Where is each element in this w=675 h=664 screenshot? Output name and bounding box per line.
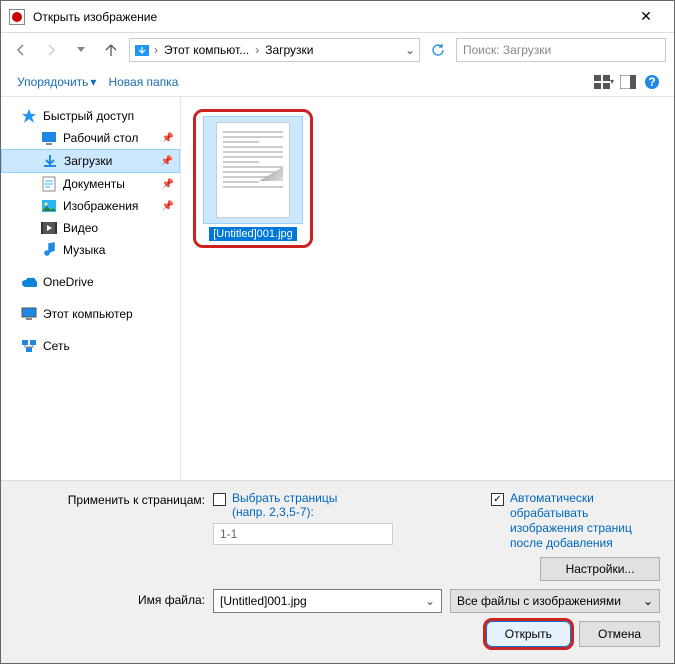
downloads-icon [42,153,58,169]
open-file-dialog: Открыть изображение ✕ › Этот компьют... … [0,0,675,664]
pin-icon: 📌 [161,156,173,167]
sidebar-documents[interactable]: Документы📌 [1,173,180,195]
bottom-panel: Применить к страницам: Выбрать страницы … [1,480,674,663]
file-label: [Untitled]001.jpg [209,227,297,241]
chevron-down-icon: ⌄ [643,594,653,608]
pages-hint: (напр. 2,3,5-7): [232,505,337,519]
select-pages-label[interactable]: Выбрать страницы [232,491,337,505]
search-input[interactable]: Поиск: Загрузки [456,38,666,62]
pin-icon: 📌 [162,201,174,212]
star-icon [21,108,37,124]
filetype-filter[interactable]: Все файлы с изображениями⌄ [450,589,660,613]
file-item[interactable]: [Untitled]001.jpg [193,109,313,248]
breadcrumb[interactable]: › Этот компьют... › Загрузки ⌄ [129,38,420,62]
cloud-icon [21,274,37,290]
chevron-down-icon: ▾ [90,75,96,89]
sidebar-onedrive[interactable]: OneDrive [1,271,180,293]
toolbar: Упорядочить ▾ Новая папка ▾ ? [1,67,674,97]
network-icon [21,338,37,354]
pin-icon: 📌 [162,179,174,190]
back-button[interactable] [9,38,33,62]
breadcrumb-folder[interactable]: Загрузки [263,43,315,57]
downloads-folder-icon [134,42,150,58]
chevron-down-icon[interactable]: ⌄ [425,594,435,608]
dialog-body: Быстрый доступ Рабочий стол📌 Загрузки📌 Д… [1,97,674,480]
filename-label: Имя файла: [15,589,205,607]
sidebar-desktop[interactable]: Рабочий стол📌 [1,127,180,149]
app-icon [9,9,25,25]
settings-button[interactable]: Настройки... [540,557,660,581]
sidebar-videos[interactable]: Видео [1,217,180,239]
file-thumbnail [203,116,303,224]
up-button[interactable] [99,38,123,62]
auto-process-checkbox[interactable] [491,493,504,506]
recent-dropdown[interactable] [69,38,93,62]
svg-text:?: ? [648,75,655,89]
videos-icon [41,220,57,236]
pages-label: Применить к страницам: [15,491,205,507]
refresh-button[interactable] [426,38,450,62]
breadcrumb-root[interactable]: Этот компьют... [162,43,251,57]
select-pages-checkbox[interactable] [213,493,226,506]
chevron-down-icon[interactable]: ⌄ [405,43,415,57]
auto-process-label[interactable]: Автоматически обрабатывать изображения с… [510,491,660,551]
file-list[interactable]: [Untitled]001.jpg [181,97,674,480]
sidebar-network[interactable]: Сеть [1,335,180,357]
sidebar-this-pc[interactable]: Этот компьютер [1,303,180,325]
documents-icon [41,176,57,192]
sidebar-quick-access[interactable]: Быстрый доступ [1,105,180,127]
pin-icon: 📌 [162,133,174,144]
close-button[interactable]: ✕ [626,2,666,32]
filename-input[interactable]: [Untitled]001.jpg⌄ [213,589,442,613]
forward-button[interactable] [39,38,63,62]
sidebar: Быстрый доступ Рабочий стол📌 Загрузки📌 Д… [1,97,181,480]
new-folder-button[interactable]: Новая папка [102,71,184,93]
sidebar-downloads[interactable]: Загрузки📌 [1,149,180,173]
view-thumbnails-button[interactable]: ▾ [592,70,616,94]
chevron-right-icon: › [253,43,261,57]
preview-pane-button[interactable] [616,70,640,94]
help-button[interactable]: ? [640,70,664,94]
page-range-input[interactable]: 1-1 [213,523,393,545]
chevron-right-icon: › [152,43,160,57]
window-title: Открыть изображение [33,10,626,24]
cancel-button[interactable]: Отмена [579,621,660,647]
desktop-icon [41,130,57,146]
organize-menu[interactable]: Упорядочить ▾ [11,71,102,93]
open-button[interactable]: Открыть [486,621,571,647]
music-icon [41,242,57,258]
pc-icon [21,306,37,322]
nav-row: › Этот компьют... › Загрузки ⌄ Поиск: За… [1,33,674,67]
pictures-icon [41,198,57,214]
sidebar-pictures[interactable]: Изображения📌 [1,195,180,217]
search-placeholder: Поиск: Загрузки [463,43,551,57]
sidebar-music[interactable]: Музыка [1,239,180,261]
titlebar: Открыть изображение ✕ [1,1,674,33]
